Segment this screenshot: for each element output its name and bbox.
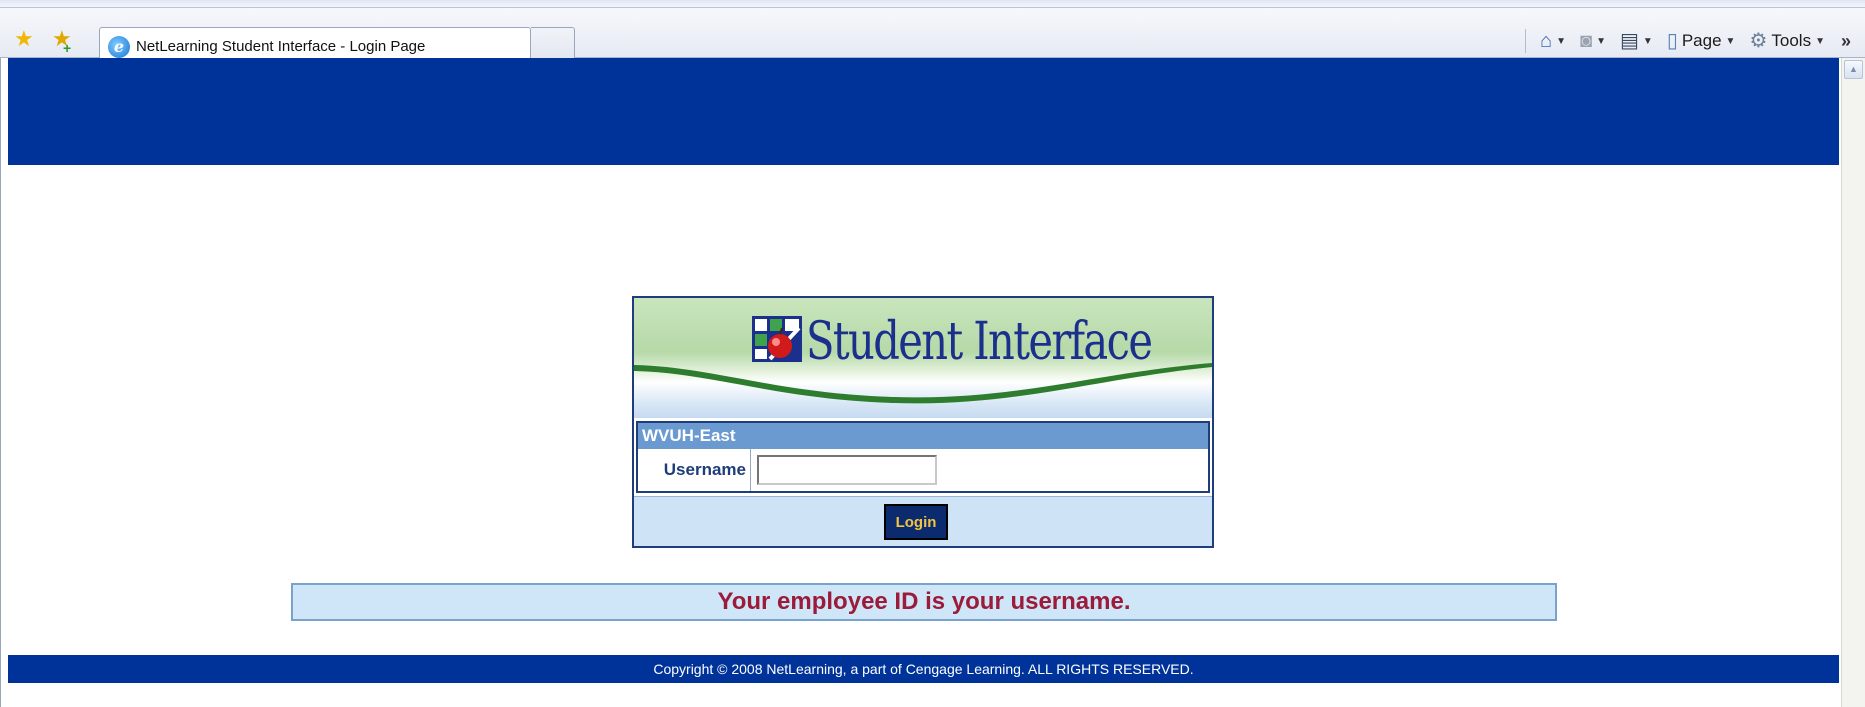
- chevron-down-icon[interactable]: ▼: [1596, 36, 1606, 47]
- home-button[interactable]: ⌂ ▼: [1540, 31, 1566, 51]
- header-band: [8, 58, 1839, 165]
- banner-title: Student Interface: [806, 312, 1153, 372]
- browser-toolbar: ★ ★ + e NetLearning Student Interface - L…: [0, 8, 1865, 65]
- username-input[interactable]: [757, 455, 937, 485]
- username-row: Username: [638, 449, 1208, 491]
- command-bar: ⌂ ▼ ◙ ▼ ▤ ▼ ▯ Page ▼ ⚙ Tools ▼ »: [1525, 26, 1851, 56]
- gear-icon: ⚙: [1749, 30, 1768, 52]
- student-interface-banner: Student Interface: [634, 298, 1212, 418]
- chevron-double-right-icon[interactable]: »: [1841, 31, 1851, 52]
- apple-logo-icon: [752, 316, 802, 362]
- arrow-up-icon[interactable]: ▲: [1844, 60, 1863, 79]
- internet-explorer-icon: e: [108, 35, 130, 58]
- printer-icon: ▤: [1620, 30, 1639, 52]
- username-label: Username: [638, 449, 751, 491]
- tab-title: NetLearning Student Interface - Login Pa…: [136, 38, 426, 55]
- window-top-strip: [0, 0, 1865, 8]
- page-icon: ▯: [1666, 30, 1678, 52]
- copyright-footer: Copyright © 2008 NetLearning, a part of …: [8, 655, 1839, 683]
- login-button-row: Login: [634, 496, 1212, 546]
- vertical-scrollbar[interactable]: ▲: [1841, 58, 1865, 707]
- feeds-button[interactable]: ◙ ▼: [1580, 31, 1606, 51]
- rss-feed-icon: ◙: [1580, 30, 1593, 52]
- tools-menu-button[interactable]: ⚙ Tools ▼: [1749, 31, 1825, 51]
- login-panel: Student Interface WVUH-East Username Log…: [632, 296, 1214, 548]
- home-icon: ⌂: [1540, 30, 1553, 52]
- page-menu-label: Page: [1681, 31, 1722, 50]
- page-menu-button[interactable]: ▯ Page ▼: [1667, 31, 1736, 51]
- organization-box: WVUH-East Username: [636, 421, 1210, 493]
- chevron-down-icon: ▼: [1815, 35, 1825, 47]
- print-button[interactable]: ▤ ▼: [1620, 31, 1653, 51]
- login-button[interactable]: Login: [884, 504, 948, 540]
- chevron-down-icon[interactable]: ▼: [1556, 36, 1566, 47]
- favorites-star-icon[interactable]: ★: [14, 28, 34, 50]
- username-notice: Your employee ID is your username.: [291, 583, 1557, 621]
- add-favorites-icon[interactable]: ★ +: [52, 28, 72, 57]
- tools-menu-label: Tools: [1771, 31, 1812, 50]
- organization-name: WVUH-East: [638, 423, 1208, 449]
- chevron-down-icon: ▼: [1725, 35, 1736, 47]
- chevron-down-icon[interactable]: ▼: [1643, 36, 1653, 47]
- command-bar-separator: [1525, 29, 1527, 53]
